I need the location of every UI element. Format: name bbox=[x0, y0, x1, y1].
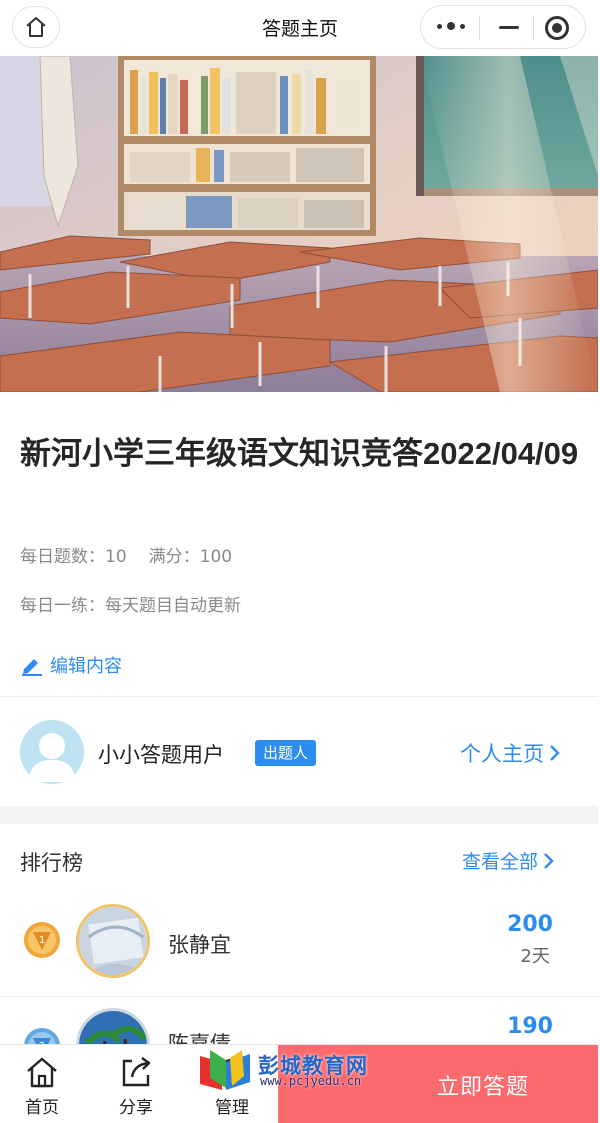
chevron-right-icon bbox=[544, 852, 554, 869]
role-badge: 出题人 bbox=[255, 740, 317, 766]
medal-rank-number: 1 bbox=[39, 935, 45, 946]
edit-content-link[interactable]: 编辑内容 bbox=[20, 652, 122, 678]
author-name: 小小答题用户 bbox=[98, 743, 224, 767]
tab-share[interactable]: 分享 bbox=[96, 1045, 176, 1123]
user-avatar[interactable] bbox=[76, 904, 150, 978]
home-icon bbox=[27, 1057, 57, 1088]
view-all-ranking-link[interactable]: 查看全部 bbox=[462, 847, 556, 874]
tab-share-label: 分享 bbox=[119, 1098, 153, 1118]
section-divider bbox=[0, 696, 598, 697]
minimize-icon[interactable] bbox=[499, 26, 519, 29]
author-avatar[interactable] bbox=[20, 720, 84, 784]
full-score-value: 100 bbox=[199, 547, 233, 567]
tab-manage-label: 管理 bbox=[215, 1098, 249, 1118]
edit-pencil-icon bbox=[22, 659, 42, 676]
user-score: 200 bbox=[507, 912, 553, 937]
watermark: 彭城教育网 www.pcjyedu.cn bbox=[196, 1048, 396, 1094]
ranking-row[interactable]: 1 张静宜 200 2天 bbox=[0, 892, 598, 992]
user-time: 2天 bbox=[520, 946, 550, 967]
row-divider bbox=[0, 996, 598, 997]
daily-count-label: 每日题数： bbox=[20, 547, 105, 567]
quiz-meta: 每日题数：10 满分：100 bbox=[20, 542, 232, 567]
ranking-title: 排行榜 bbox=[20, 851, 83, 875]
share-icon bbox=[122, 1057, 151, 1087]
practice-note: 每日一练：每天题目自动更新 bbox=[20, 596, 241, 616]
tab-home-label: 首页 bbox=[25, 1098, 59, 1118]
user-name: 张静宜 bbox=[168, 933, 231, 957]
view-all-label: 查看全部 bbox=[462, 851, 539, 873]
more-dots-icon[interactable] bbox=[437, 22, 465, 30]
target-close-icon[interactable] bbox=[545, 16, 569, 40]
classroom-banner-image bbox=[0, 56, 598, 392]
full-score-label: 满分： bbox=[148, 547, 200, 567]
top-navbar: 答题主页 bbox=[0, 0, 600, 56]
quiz-title: 新河小学三年级语文知识竞答2022/04/09 bbox=[20, 436, 579, 471]
daily-count-value: 10 bbox=[105, 547, 127, 567]
profile-link[interactable]: 个人主页 bbox=[460, 738, 562, 768]
mini-program-capsule bbox=[420, 5, 586, 49]
watermark-url: www.pcjyedu.cn bbox=[260, 1074, 362, 1088]
profile-link-label: 个人主页 bbox=[460, 742, 544, 766]
edit-content-label: 编辑内容 bbox=[50, 656, 122, 677]
section-separator bbox=[0, 806, 598, 824]
tab-home[interactable]: 首页 bbox=[2, 1045, 82, 1123]
watermark-book-logo bbox=[200, 1050, 250, 1090]
gold-medal-icon: 1 bbox=[24, 922, 60, 958]
user-score: 190 bbox=[507, 1014, 553, 1039]
chevron-right-icon bbox=[550, 745, 560, 761]
